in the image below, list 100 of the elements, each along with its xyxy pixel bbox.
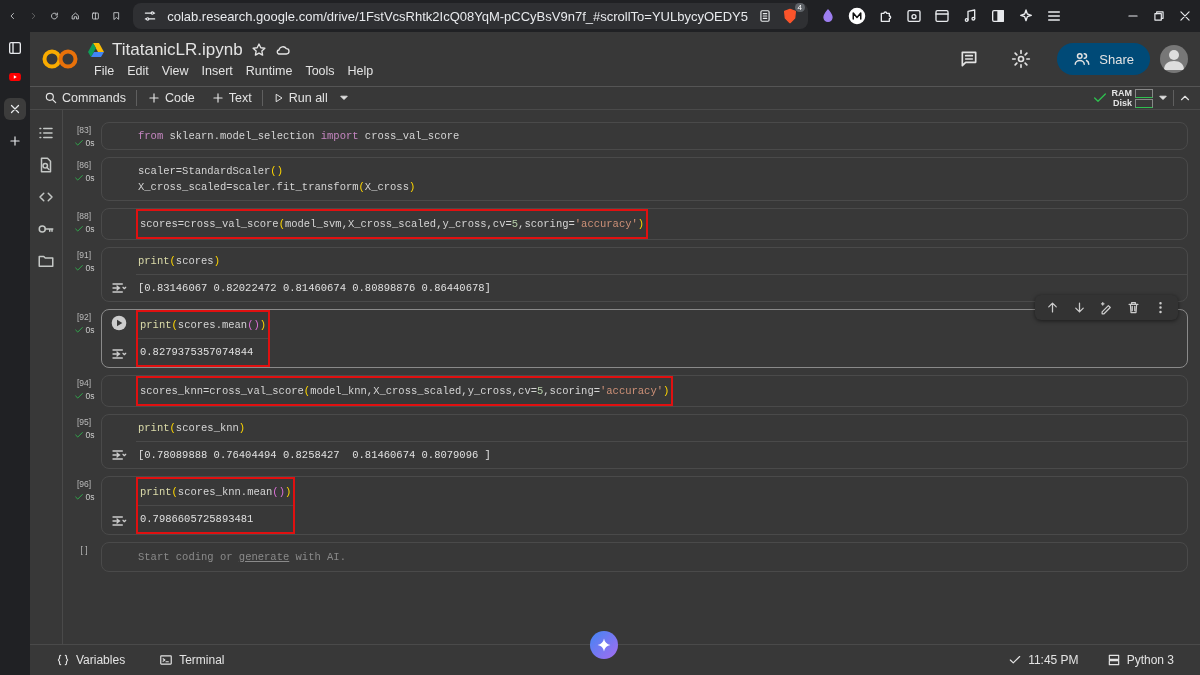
run-time: 0s bbox=[85, 492, 95, 502]
run-time: 0s bbox=[85, 325, 95, 335]
code-cell[interactable]: print(scores_knn) [0.78089888 0.76404494 0.8258427 0.81460674 0.8079096 ] bbox=[101, 414, 1188, 469]
menu-item[interactable]: Tools bbox=[299, 64, 341, 78]
execution-count: [88] bbox=[76, 211, 92, 221]
cell-placeholder: Start coding or generate with AI. bbox=[137, 550, 347, 565]
plus-icon bbox=[210, 91, 225, 105]
check-icon bbox=[73, 492, 84, 502]
sparkle-icon bbox=[597, 638, 611, 652]
star-icon[interactable] bbox=[250, 42, 267, 58]
split-view-icon[interactable] bbox=[989, 8, 1006, 24]
code-cell[interactable]: scaler=StandardScaler() X_cross_scaled=scaler.fit_transform(X_cross) bbox=[101, 157, 1188, 201]
check-icon bbox=[73, 138, 84, 148]
code-line: print(scores_knn) bbox=[138, 421, 247, 436]
plus-icon bbox=[146, 91, 161, 105]
run-time: 0s bbox=[85, 391, 95, 401]
sparkle-icon[interactable] bbox=[1017, 8, 1034, 24]
run-time: 0s bbox=[85, 138, 95, 148]
magic-pencil-icon[interactable] bbox=[1099, 300, 1114, 315]
run-time: 0s bbox=[85, 173, 95, 183]
address-bar[interactable]: colab.research.google.com/drive/1FstVcsRhtk2IcQ08YqM-pCCyBsV9n7f_#scrollTo=YULbycyOEDY5 4 bbox=[133, 3, 808, 29]
usage-meter bbox=[1135, 98, 1153, 108]
cell-output: [0.78089888 0.76404494 0.8258427 0.81460674 0.8079096 ] bbox=[136, 441, 1187, 468]
toolbar-button[interactable]: Commands bbox=[38, 91, 132, 105]
terminal-icon bbox=[159, 653, 174, 667]
people-icon bbox=[1073, 50, 1092, 68]
window-search-icon[interactable] bbox=[905, 8, 922, 24]
video-icon[interactable] bbox=[8, 70, 22, 84]
status-bar-button[interactable]: Variables bbox=[50, 652, 132, 668]
toolbar-button[interactable]: Run all bbox=[266, 91, 334, 105]
gemini-button[interactable] bbox=[590, 631, 618, 659]
status-time: 11:45 PM bbox=[1028, 653, 1079, 667]
execution-count: [83] bbox=[76, 125, 92, 135]
circle-extension-icon[interactable] bbox=[847, 7, 866, 25]
code-cell[interactable]: from sklearn.model_selection import cross_val_score bbox=[101, 122, 1188, 150]
output-icon[interactable] bbox=[111, 447, 127, 463]
code-line: print(scores.mean()) bbox=[140, 318, 267, 333]
check-icon bbox=[73, 391, 84, 401]
execution-count: [86] bbox=[76, 160, 92, 170]
share-button[interactable]: Share bbox=[1057, 43, 1150, 75]
run-time: 0s bbox=[85, 263, 95, 273]
code-line: X_cross_scaled=scaler.fit_transform(X_cross) bbox=[138, 180, 417, 195]
run-time: 0s bbox=[85, 224, 95, 234]
trash-icon[interactable] bbox=[1126, 300, 1141, 315]
toolbar-button[interactable]: Text bbox=[204, 91, 258, 105]
close-icon bbox=[9, 103, 21, 115]
menu-icon[interactable] bbox=[1045, 8, 1062, 24]
check-icon bbox=[73, 325, 84, 335]
code-line: print(scores) bbox=[138, 254, 221, 269]
close-icon[interactable] bbox=[1177, 9, 1192, 23]
logo-icon bbox=[42, 48, 78, 70]
check-icon bbox=[73, 430, 84, 440]
runtime-button[interactable]: Python 3 bbox=[1100, 652, 1180, 668]
window-icon[interactable] bbox=[933, 8, 950, 24]
tune-icon[interactable] bbox=[143, 9, 158, 23]
code-cell[interactable]: Start coding or generate with AI. bbox=[101, 542, 1188, 572]
avatar[interactable] bbox=[1160, 45, 1188, 73]
restore-icon[interactable] bbox=[1151, 9, 1166, 23]
resource-label: RAM bbox=[1111, 88, 1132, 98]
output-icon[interactable] bbox=[111, 346, 127, 362]
execution-count: [94] bbox=[76, 378, 92, 388]
execution-count: [96] bbox=[76, 479, 92, 489]
menu-item[interactable]: Runtime bbox=[239, 64, 299, 78]
check-icon bbox=[73, 224, 84, 234]
notification-badge: 4 bbox=[794, 3, 805, 12]
menu-item[interactable]: Help bbox=[341, 64, 380, 78]
resource-label: Disk bbox=[1113, 98, 1132, 108]
code-line: scores=cross_val_score(model_svm,X_cross_scaled,y_cross,cv=5,scoring='accuracy') bbox=[140, 217, 645, 232]
menu-item[interactable]: File bbox=[88, 64, 121, 78]
usage-meter bbox=[1135, 88, 1153, 98]
shield-icon[interactable] bbox=[781, 8, 798, 24]
reader-icon[interactable] bbox=[757, 9, 772, 23]
run-cell-button[interactable] bbox=[111, 315, 127, 331]
status-bar-button[interactable]: Terminal bbox=[153, 652, 231, 668]
code-cell[interactable]: print(scores_knn.mean()) 0.7986605725893481 bbox=[101, 476, 1188, 535]
notebook-title[interactable]: TitatanicLR.ipynb bbox=[112, 40, 243, 60]
code-cell[interactable]: scores=cross_val_score(model_svm,X_cross_scaled,y_cross,cv=5,scoring='accuracy') bbox=[101, 208, 1188, 240]
server-icon bbox=[1106, 653, 1121, 667]
check-icon bbox=[73, 173, 84, 183]
execution-count: [ ] bbox=[80, 545, 88, 555]
output-icon[interactable] bbox=[111, 280, 127, 296]
close-tab-button[interactable] bbox=[4, 98, 26, 120]
sidebar-panel-icon[interactable] bbox=[7, 40, 23, 56]
generate-link[interactable]: generate bbox=[238, 551, 290, 563]
comment-icon[interactable] bbox=[959, 49, 980, 69]
search-icon bbox=[44, 91, 58, 105]
menu-item[interactable]: Insert bbox=[195, 64, 239, 78]
menu-item[interactable]: Edit bbox=[121, 64, 155, 78]
plus-icon[interactable] bbox=[8, 134, 22, 148]
check-icon bbox=[73, 263, 84, 273]
code-line: scaler=StandardScaler() bbox=[138, 164, 284, 179]
toolbar-button[interactable]: Code bbox=[140, 91, 201, 105]
execution-count: [91] bbox=[76, 250, 92, 260]
code-cell[interactable]: scores_knn=cross_val_score(model_knn,X_cross_scaled,y_cross,cv=5,scoring='accuracy') bbox=[101, 375, 1188, 407]
arrow-down-icon[interactable] bbox=[1072, 300, 1087, 315]
arrow-up-icon[interactable] bbox=[1045, 300, 1060, 315]
drive-icon bbox=[88, 43, 104, 57]
code-line: scores_knn=cross_val_score(model_knn,X_cross_scaled,y_cross,cv=5,scoring='accuracy') bbox=[140, 384, 670, 399]
menu-item[interactable]: View bbox=[155, 64, 195, 78]
output-icon[interactable] bbox=[111, 513, 127, 529]
